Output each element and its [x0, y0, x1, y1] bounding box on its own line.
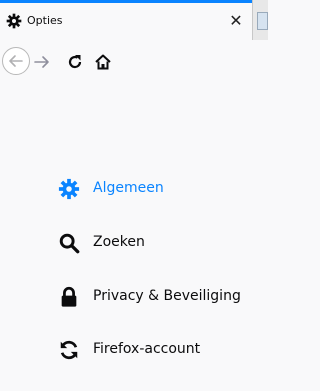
sidebar-item-zoeken[interactable]: Zoeken [52, 228, 262, 258]
reload-button[interactable] [66, 53, 84, 71]
lock-icon [58, 286, 80, 308]
sidebar-item-firefox-account[interactable]: Firefox-account [52, 335, 262, 365]
tab-title: Opties [27, 14, 63, 27]
reload-icon [68, 55, 82, 69]
back-button[interactable] [2, 47, 30, 75]
sidebar-item-label: Zoeken [93, 234, 145, 250]
forward-button[interactable] [33, 53, 51, 71]
home-icon [95, 54, 111, 70]
tab-strip: Opties ✕ [0, 0, 268, 40]
search-icon [58, 232, 80, 254]
sidebar-item-privacy[interactable]: Privacy & Beveiliging [52, 282, 262, 312]
arrow-right-icon [34, 56, 49, 68]
sidebar-item-label: Privacy & Beveiliging [93, 288, 241, 304]
home-button[interactable] [94, 53, 112, 71]
sync-icon [58, 339, 80, 361]
close-icon[interactable]: ✕ [226, 11, 246, 31]
arrow-left-icon [9, 55, 23, 67]
new-tab-button[interactable] [257, 12, 268, 30]
tab-divider [252, 0, 253, 40]
sidebar-item-label: Firefox-account [93, 341, 201, 357]
tab-options[interactable]: Opties ✕ [0, 0, 252, 40]
gear-icon [58, 178, 80, 200]
sidebar-item-algemeen[interactable]: Algemeen [52, 174, 262, 204]
navigation-toolbar [0, 40, 268, 76]
sidebar-item-label: Algemeen [93, 180, 164, 196]
gear-icon [6, 13, 22, 29]
